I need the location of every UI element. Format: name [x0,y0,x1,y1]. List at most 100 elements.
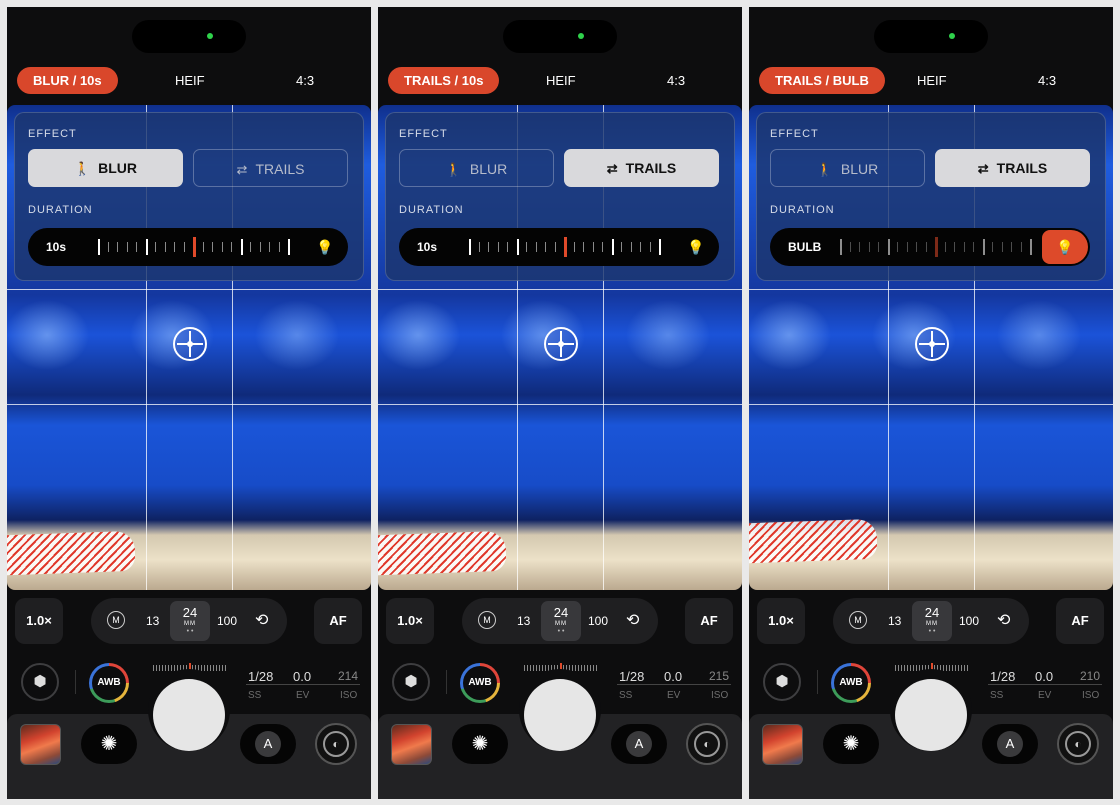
ruler-tick [587,665,588,671]
duration-tick [916,242,917,252]
mode-pill[interactable]: TRAILS / 10s [388,67,500,94]
lightbulb-icon[interactable]: 💡 [681,232,711,262]
iso-value[interactable]: 210 [1080,669,1100,683]
ruler-tick [225,665,226,671]
lens-100-option[interactable]: 100 [959,598,979,644]
top-bar: BLUR / 10s HEIF 4:3 [7,67,371,95]
trails-effect-button[interactable]: ⇄ TRAILS [935,149,1090,187]
shutter-speed-value[interactable]: 1/28 [990,669,1015,684]
af-button[interactable]: AF [314,598,362,644]
duration-tick [649,242,651,252]
focus-reticle-icon[interactable] [544,327,578,361]
manual-mode-icon[interactable]: M [107,611,125,629]
blur-mode-icon[interactable]: ◐ [686,723,728,765]
cube-icon[interactable]: ⬢ [21,663,59,701]
duration-slider[interactable]: BULB 💡 [770,228,1090,266]
shutter-button[interactable] [895,679,967,751]
lens-page-dots: • • [186,628,194,635]
iso-label: ISO [340,690,358,701]
format-toggle[interactable]: HEIF [175,67,205,94]
ruler-tick [222,665,223,671]
lightbulb-icon[interactable]: 💡 [310,232,340,262]
gallery-thumbnail[interactable] [20,724,61,765]
awb-label: AWB [92,666,126,700]
ruler-tick [901,665,902,671]
aperture-icon[interactable]: ✺ [823,724,879,764]
blur-effect-button[interactable]: 🚶 BLUR [399,149,554,187]
lens-100-option[interactable]: 100 [588,598,608,644]
cube-icon[interactable]: ⬢ [763,663,801,701]
ruler-tick [174,665,175,671]
gallery-thumbnail[interactable] [391,724,432,765]
aspect-ratio-toggle[interactable]: 4:3 [1038,67,1056,94]
ev-value[interactable]: 0.0 [293,669,311,684]
duration-tick [621,242,622,252]
blur-effect-button[interactable]: 🚶 BLUR [28,149,183,187]
lens-page-dots: • • [928,628,936,635]
format-toggle[interactable]: HEIF [546,67,576,94]
lens-24-value: 24 [182,605,198,620]
ruler-tick [578,665,579,671]
lightbulb-icon[interactable]: 💡 [1042,230,1088,264]
duration-slider[interactable]: 10s 💡 [399,228,719,266]
shutter-speed-value[interactable]: 1/28 [619,669,644,684]
zoom-button[interactable]: 1.0× [15,598,63,644]
lens-24-option[interactable]: 24 MM • • [170,601,210,641]
lens-100-option[interactable]: 100 [217,598,237,644]
flip-camera-icon[interactable]: ⟲ [626,598,639,644]
trails-effect-button[interactable]: ⇄ TRAILS [564,149,719,187]
shutter-button[interactable] [153,679,225,751]
lens-13-option[interactable]: 13 [146,598,159,644]
aperture-icon[interactable]: ✺ [452,724,508,764]
auto-mode-label: A [997,731,1023,757]
mode-pill[interactable]: BLUR / 10s [17,67,118,94]
ev-value[interactable]: 0.0 [1035,669,1053,684]
auto-mode-button[interactable]: A [611,724,667,764]
auto-mode-button[interactable]: A [240,724,296,764]
zoom-button[interactable]: 1.0× [386,598,434,644]
awb-button[interactable]: AWB [831,663,871,703]
ruler-tick [159,665,160,671]
ev-value[interactable]: 0.0 [664,669,682,684]
trails-effect-button[interactable]: ⇄ TRAILS [193,149,348,187]
aspect-ratio-toggle[interactable]: 4:3 [667,67,685,94]
aspect-ratio-toggle[interactable]: 4:3 [296,67,314,94]
gallery-thumbnail[interactable] [762,724,803,765]
lens-selector: M 13 24 MM • • 100 ⟲ [91,598,287,644]
lens-24-option[interactable]: 24 MM • • [912,601,952,641]
manual-mode-icon[interactable]: M [849,611,867,629]
lens-24-option[interactable]: 24 MM • • [541,601,581,641]
awb-button[interactable]: AWB [460,663,500,703]
duration-tick [269,242,270,252]
aperture-icon[interactable]: ✺ [81,724,137,764]
manual-mode-icon[interactable]: M [478,611,496,629]
duration-tick [1011,242,1012,252]
iso-value[interactable]: 215 [709,669,729,683]
af-button[interactable]: AF [1056,598,1104,644]
auto-mode-button[interactable]: A [982,724,1038,764]
duration-tick [136,242,137,252]
flip-camera-icon[interactable]: ⟲ [997,598,1010,644]
cube-icon[interactable]: ⬢ [392,663,430,701]
mode-pill[interactable]: TRAILS / BULB [759,67,885,94]
duration-slider[interactable]: 10s 💡 [28,228,348,266]
blur-effect-button[interactable]: 🚶 BLUR [770,149,925,187]
shutter-speed-value[interactable]: 1/28 [248,669,273,684]
format-toggle[interactable]: HEIF [917,67,947,94]
blur-mode-icon[interactable]: ◐ [1057,723,1099,765]
grid-line [7,404,371,405]
iso-value[interactable]: 214 [338,669,358,683]
focus-reticle-icon[interactable] [915,327,949,361]
duration-tick [516,239,519,255]
lens-13-option[interactable]: 13 [517,598,530,644]
awb-button[interactable]: AWB [89,663,129,703]
trails-effect-label: TRAILS [996,160,1048,176]
focus-reticle-icon[interactable] [173,327,207,361]
shutter-button[interactable] [524,679,596,751]
flip-camera-icon[interactable]: ⟲ [255,598,268,644]
dynamic-island [503,20,617,53]
af-button[interactable]: AF [685,598,733,644]
blur-mode-icon[interactable]: ◐ [315,723,357,765]
zoom-button[interactable]: 1.0× [757,598,805,644]
lens-13-option[interactable]: 13 [888,598,901,644]
